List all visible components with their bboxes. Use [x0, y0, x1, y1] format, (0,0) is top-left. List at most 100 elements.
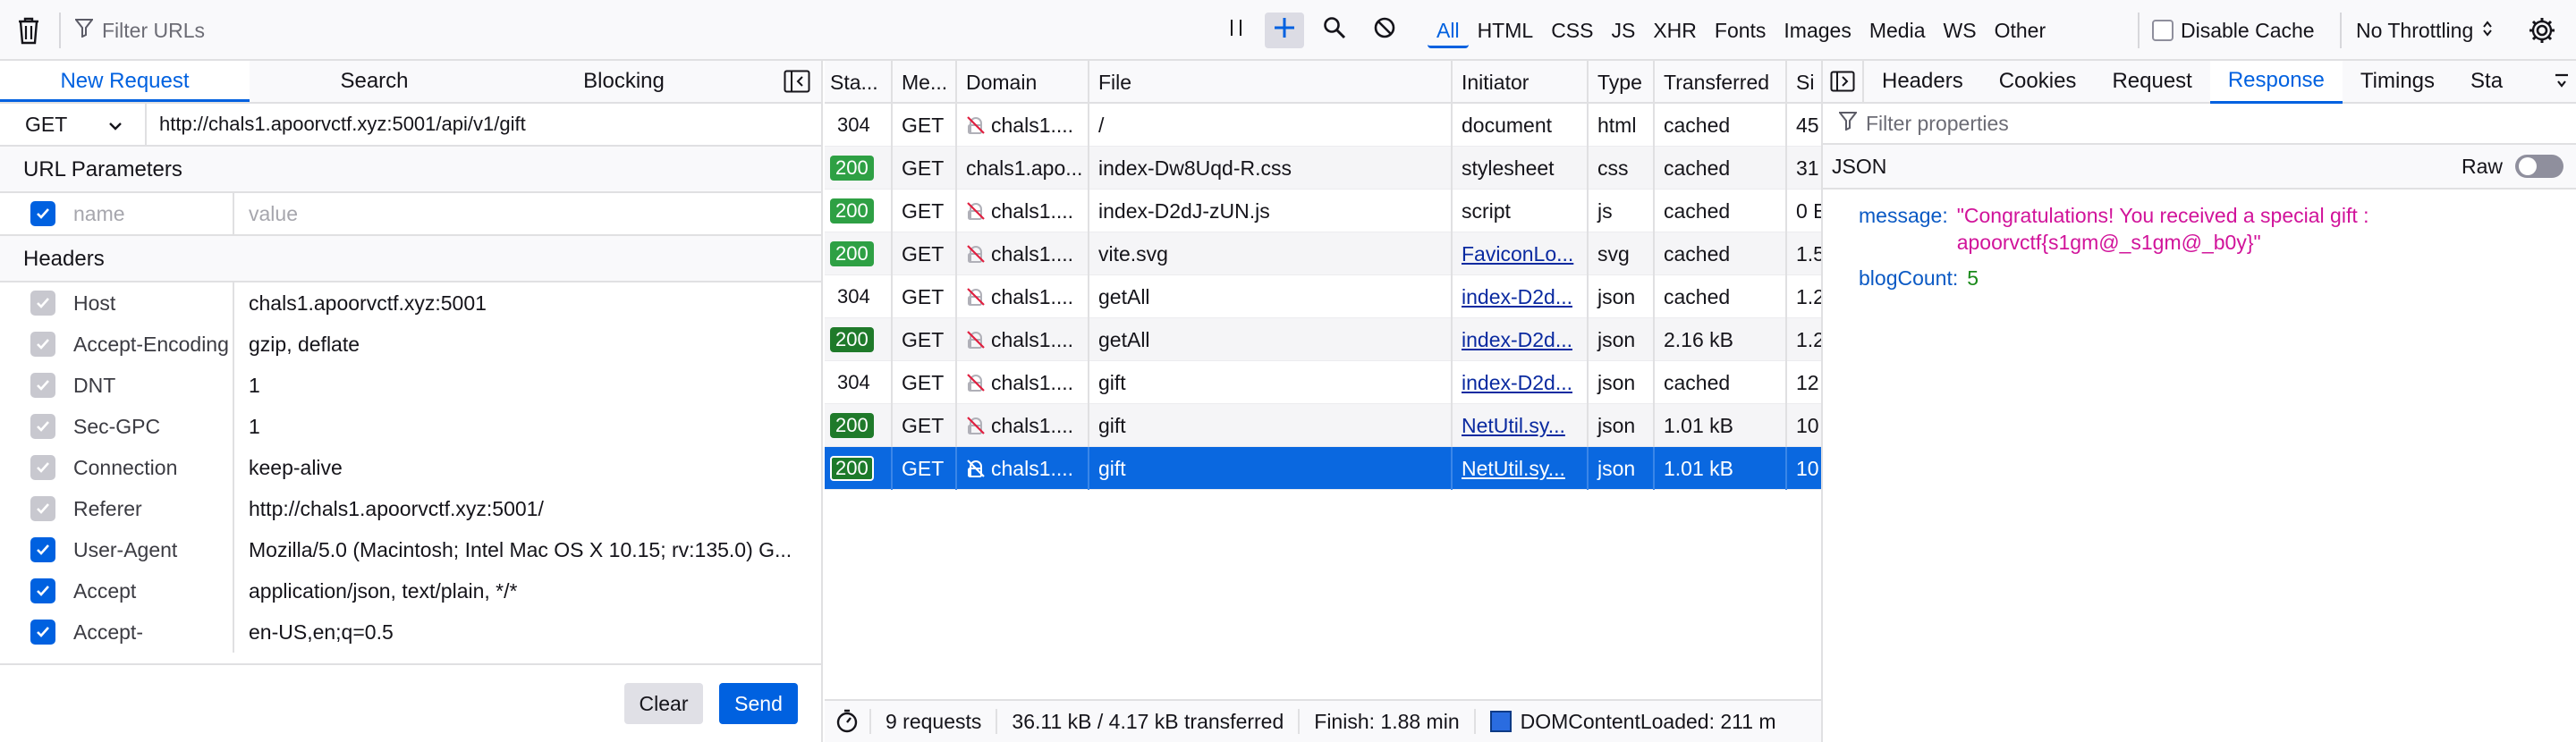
method-select[interactable]: GET [0, 103, 147, 146]
block-button[interactable] [1365, 13, 1404, 48]
pause-button[interactable] [1216, 13, 1256, 48]
raw-toggle-switch[interactable] [2515, 155, 2563, 178]
header-value[interactable]: http://chals1.apoorvctf.xyz:5001/ [234, 497, 821, 521]
json-property-message[interactable]: message: "Congratulations! You received … [1823, 202, 2576, 256]
tab-search[interactable]: Search [250, 61, 499, 102]
table-row[interactable]: 200 GET chals1.... index-D2dJ-zUN.js script j… [825, 190, 1821, 232]
toggle-sidebar-icon[interactable] [1823, 61, 1864, 103]
column-header-domain[interactable]: Domain [957, 61, 1089, 104]
table-row[interactable]: 304 GET chals1.... / document html cached 45 [825, 104, 1821, 147]
tab-new-request[interactable]: New Request [0, 61, 250, 102]
raw-toggle-wrap[interactable]: Raw [2462, 155, 2563, 179]
header-name[interactable]: Referer [55, 488, 234, 529]
initiator-cell[interactable]: index-D2d... [1453, 361, 1589, 404]
tab-request[interactable]: Request [2094, 61, 2209, 102]
filter-urls-input[interactable] [102, 18, 639, 43]
clear-button[interactable]: Clear [624, 683, 703, 724]
column-header-method[interactable]: Me... [893, 61, 957, 104]
initiator-text[interactable]: NetUtil.sy... [1462, 414, 1565, 437]
header-checkbox[interactable] [30, 537, 55, 562]
param-checkbox[interactable] [30, 201, 55, 226]
filter-all[interactable]: All [1428, 13, 1469, 48]
header-name[interactable]: Accept-Encoding [55, 324, 234, 365]
table-row[interactable]: 304 GET chals1.... gift index-D2d... json cach… [825, 361, 1821, 404]
header-checkbox[interactable] [30, 414, 55, 439]
header-value[interactable]: keep-alive [234, 456, 821, 480]
column-header-transferred[interactable]: Transferred [1655, 61, 1787, 104]
disable-cache-toggle[interactable]: Disable Cache [2152, 13, 2315, 48]
initiator-text[interactable]: FaviconLo... [1462, 242, 1573, 266]
header-checkbox[interactable] [30, 620, 55, 645]
filter-media[interactable]: Media [1860, 13, 1935, 48]
filter-fonts[interactable]: Fonts [1706, 13, 1775, 48]
tab-stack-trace[interactable]: Sta [2453, 61, 2521, 102]
column-header-initiator[interactable]: Initiator [1453, 61, 1589, 104]
filter-js[interactable]: JS [1602, 13, 1644, 48]
header-name[interactable]: DNT [55, 365, 234, 406]
header-value[interactable]: 1 [234, 374, 821, 398]
initiator-text[interactable]: NetUtil.sy... [1462, 457, 1565, 480]
table-row[interactable]: 304 GET chals1.... getAll index-D2d... json ca… [825, 275, 1821, 318]
tab-cookies[interactable]: Cookies [1981, 61, 2095, 102]
initiator-cell[interactable]: FaviconLo... [1453, 232, 1589, 275]
filter-css[interactable]: CSS [1542, 13, 1602, 48]
column-header-size[interactable]: Si [1787, 61, 1821, 104]
header-checkbox[interactable] [30, 373, 55, 398]
param-value-input[interactable]: value [234, 202, 821, 226]
header-value[interactable]: application/json, text/plain, */* [234, 579, 821, 603]
header-name[interactable]: Connection [55, 447, 234, 488]
header-checkbox[interactable] [30, 291, 55, 316]
filter-ws[interactable]: WS [1935, 13, 1986, 48]
header-checkbox[interactable] [30, 496, 55, 521]
header-value[interactable]: 1 [234, 415, 821, 439]
throttling-select[interactable]: No Throttling [2356, 13, 2493, 48]
new-request-button[interactable] [1265, 13, 1304, 48]
header-checkbox[interactable] [30, 578, 55, 603]
column-header-type[interactable]: Type [1589, 61, 1655, 104]
column-header-file[interactable]: File [1089, 61, 1453, 104]
table-row[interactable]: 200 GET chals1.... gift NetUtil.sy... json 1.0… [825, 404, 1821, 447]
initiator-cell[interactable]: index-D2d... [1453, 318, 1589, 361]
filter-other[interactable]: Other [1986, 13, 2055, 48]
header-name[interactable]: Sec-GPC [55, 406, 234, 447]
search-button[interactable] [1315, 13, 1354, 48]
collapse-sidebar-icon[interactable] [784, 70, 810, 93]
gear-icon[interactable] [2522, 13, 2562, 48]
initiator-cell[interactable]: NetUtil.sy... [1453, 404, 1589, 447]
send-button[interactable]: Send [719, 683, 798, 724]
header-value[interactable]: chals1.apoorvctf.xyz:5001 [234, 291, 821, 316]
table-row[interactable]: 200 GET chals1.... getAll index-D2d... json 2.… [825, 318, 1821, 361]
filter-html[interactable]: HTML [1469, 13, 1543, 48]
disable-cache-checkbox[interactable] [2152, 20, 2174, 41]
header-name[interactable]: Host [55, 282, 234, 324]
table-row[interactable]: 200 GET chals1.apo... index-Dw8Uqd-R.css sty… [825, 147, 1821, 190]
header-name[interactable]: Accept-Language [55, 611, 234, 685]
request-url-input[interactable]: http://chals1.apoorvctf.xyz:5001/api/v1/… [147, 113, 821, 136]
param-name-input[interactable]: name [55, 193, 234, 234]
filter-images[interactable]: Images [1775, 13, 1860, 48]
filter-properties-box[interactable] [1823, 104, 2576, 145]
json-property-blogcount[interactable]: blogCount: 5 [1823, 265, 2576, 291]
initiator-text[interactable]: index-D2d... [1462, 328, 1572, 351]
more-tabs-icon[interactable] [2553, 70, 2571, 98]
header-value[interactable]: gzip, deflate [234, 333, 821, 357]
header-value[interactable]: Mozilla/5.0 (Macintosh; Intel Mac OS X 1… [234, 538, 821, 562]
tab-response[interactable]: Response [2209, 61, 2343, 104]
initiator-text[interactable]: index-D2d... [1462, 285, 1572, 308]
filter-xhr[interactable]: XHR [1644, 13, 1706, 48]
header-checkbox[interactable] [30, 332, 55, 357]
header-value[interactable]: en-US,en;q=0.5 [234, 620, 821, 645]
header-name[interactable]: User-Agent [55, 529, 234, 570]
initiator-text[interactable]: index-D2d... [1462, 371, 1572, 394]
initiator-cell[interactable]: NetUtil.sy... [1453, 447, 1589, 490]
table-row[interactable]: 200 GET chals1.... gift NetUtil.sy... json 1.0… [825, 447, 1821, 490]
filter-urls-box[interactable] [73, 13, 639, 48]
column-header-status[interactable]: Sta... [825, 61, 893, 104]
tab-blocking[interactable]: Blocking [499, 61, 749, 102]
table-row[interactable]: 200 GET chals1.... vite.svg FaviconLo... svg c… [825, 232, 1821, 275]
header-checkbox[interactable] [30, 455, 55, 480]
tab-headers[interactable]: Headers [1864, 61, 1981, 102]
initiator-cell[interactable]: index-D2d... [1453, 275, 1589, 318]
tab-timings[interactable]: Timings [2343, 61, 2453, 102]
header-name[interactable]: Accept [55, 570, 234, 611]
